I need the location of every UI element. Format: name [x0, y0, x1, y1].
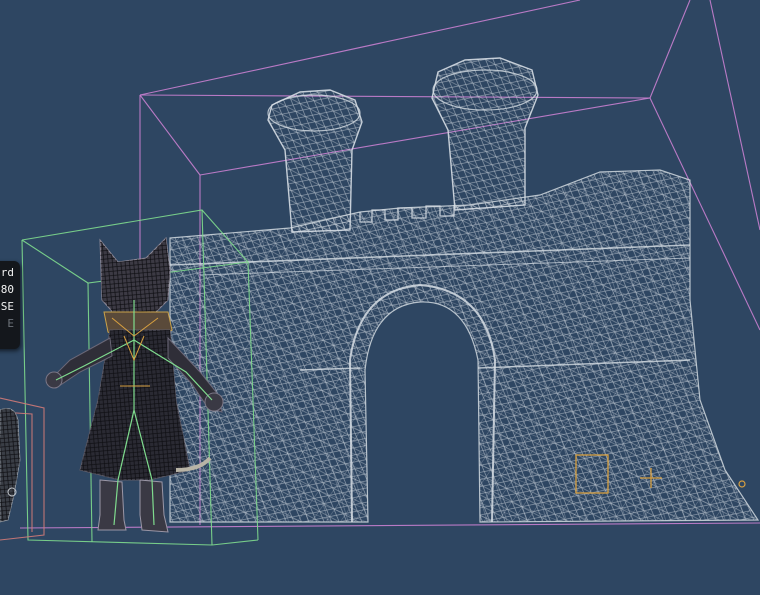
- 3d-viewport[interactable]: [0, 0, 760, 595]
- tooltip-line-4: E: [7, 317, 14, 330]
- castle-body-fine: [170, 170, 758, 522]
- secondary-character[interactable]: [0, 407, 21, 523]
- castle-gate-wireframe[interactable]: [169, 57, 760, 523]
- character-left-boot: [97, 479, 127, 531]
- tooltip-line-3: SE: [0, 300, 14, 313]
- tooltip-line-2: 80: [0, 283, 14, 296]
- tooltip-line-1: rd: [0, 266, 14, 279]
- info-tooltip: rd 80 SE E: [0, 261, 20, 349]
- castle-right-tower: [431, 57, 539, 211]
